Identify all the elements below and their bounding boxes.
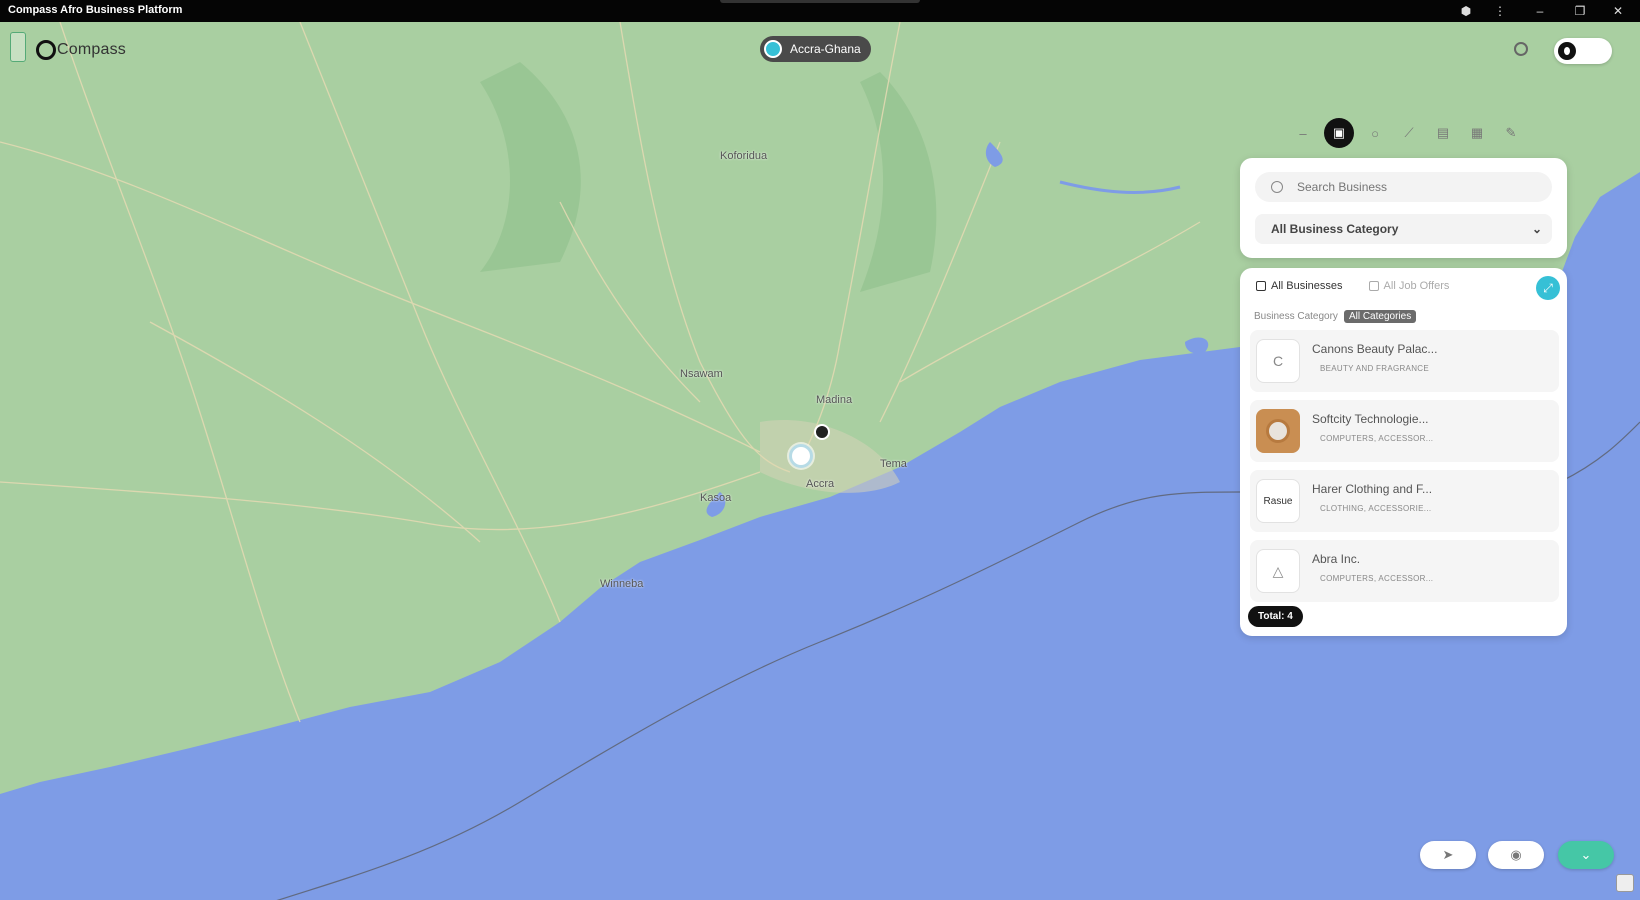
search-input[interactable] [1295,179,1539,195]
business-thumbnail [1256,409,1300,453]
sidebar-toggle-button[interactable] [10,32,26,62]
business-tool-icon[interactable]: ▣ [1324,118,1354,148]
globe-icon[interactable] [1514,42,1528,56]
briefcase-icon [1368,281,1379,291]
map-label: Tema [880,458,907,470]
category-badge[interactable]: All Categories [1343,310,1417,323]
visibility-button[interactable]: ◉ [1488,841,1544,869]
map-label: Kasoa [700,492,732,504]
business-category: COMPUTERS, ACCESSOR... [1320,574,1434,583]
location-flag-icon [764,40,782,58]
close-icon[interactable]: ✕ [1604,2,1632,20]
business-list-panel: All Businesses All Job Offers ⤢ Business… [1240,268,1567,636]
business-category: COMPUTERS, ACCESSOR... [1320,434,1434,443]
theme-toggle[interactable] [1554,38,1612,64]
business-marker[interactable] [814,424,830,440]
map-label: Madina [816,394,853,406]
toggle-knob [1558,42,1576,60]
window-titlebar: Compass Afro Business Platform ⬢ ⋮ – ❐ ✕ [0,0,1640,22]
current-location-marker[interactable] [789,444,813,468]
business-name: Harer Clothing and F... [1312,482,1433,496]
pen-tool-icon[interactable]: ✎ [1498,120,1524,146]
total-badge: Total: 4 [1248,606,1303,627]
brand-name: Compass [57,41,126,58]
business-card[interactable]: △ Abra Inc. COMPUTERS, ACCESSOR... [1250,540,1559,602]
business-thumbnail: C [1256,339,1300,383]
window-title: Compass Afro Business Platform [8,4,183,16]
breadcrumb: Business Category All Categories [1254,310,1417,323]
business-name: Abra Inc. [1312,552,1361,566]
search-box[interactable] [1255,172,1552,202]
chevron-down-icon: ⌄ [1580,847,1592,862]
tab-label: All Job Offers [1383,280,1450,292]
collapse-icon[interactable]: – [1290,120,1316,146]
business-card[interactable]: C Canons Beauty Palac... BEAUTY AND FRAG… [1250,330,1559,392]
business-category: CLOTHING, ACCESSORIE... [1320,504,1432,513]
map-toolbar: – ▣ ○ ⟋ ▤ ▦ ✎ [1290,118,1524,148]
locate-button[interactable]: ➤ [1420,841,1476,869]
category-select-value: All Business Category [1271,222,1399,236]
minimize-icon[interactable]: – [1526,2,1554,20]
route-tool-icon[interactable]: ⟋ [1396,120,1422,146]
tab-bar: All Businesses All Job Offers [1256,280,1449,292]
location-pill[interactable]: Accra-Ghana [760,36,871,62]
map-tool-icon[interactable]: ▦ [1464,120,1490,146]
compass-logo-icon [36,40,56,60]
map-label: Nsawam [680,368,723,380]
maximize-icon[interactable]: ❐ [1566,2,1594,20]
business-name: Canons Beauty Palac... [1312,342,1438,356]
tab-all-job-offers[interactable]: All Job Offers [1368,280,1450,292]
building-icon [1256,281,1266,291]
brand-logo[interactable]: Compass [36,40,126,60]
map-label: Accra [806,478,835,490]
share-icon: ⤢ [1543,280,1553,295]
eye-icon: ◉ [1510,847,1522,862]
menu-icon[interactable]: ⋮ [1486,2,1514,20]
map-label: Koforidua [720,150,768,162]
navigate-icon: ➤ [1442,847,1454,862]
resize-icon[interactable] [1616,874,1634,892]
business-thumbnail: △ [1256,549,1300,593]
breadcrumb-label: Business Category [1254,311,1338,322]
business-name: Softcity Technologie... [1312,412,1429,426]
business-thumbnail: Rasue [1256,479,1300,523]
category-select[interactable]: All Business Category ⌄ [1255,214,1552,244]
business-card[interactable]: Rasue Harer Clothing and F... CLOTHING, … [1250,470,1559,532]
tab-label: All Businesses [1271,280,1343,292]
business-card[interactable]: Softcity Technologie... COMPUTERS, ACCES… [1250,400,1559,462]
circle-tool-icon[interactable]: ○ [1362,120,1388,146]
extensions-icon[interactable]: ⬢ [1452,2,1480,20]
business-category: BEAUTY AND FRAGRANCE [1320,364,1429,373]
location-label: Accra-Ghana [790,42,861,56]
expand-button[interactable]: ⌄ [1558,841,1614,869]
tab-all-businesses[interactable]: All Businesses [1256,280,1343,292]
layers-tool-icon[interactable]: ▤ [1430,120,1456,146]
titlebar-handle [720,0,920,3]
share-button[interactable]: ⤢ [1536,276,1560,300]
search-panel: All Business Category ⌄ [1240,158,1567,258]
search-icon [1271,181,1283,193]
map-label: Winneba [600,578,644,590]
chevron-down-icon: ⌄ [1531,222,1542,236]
